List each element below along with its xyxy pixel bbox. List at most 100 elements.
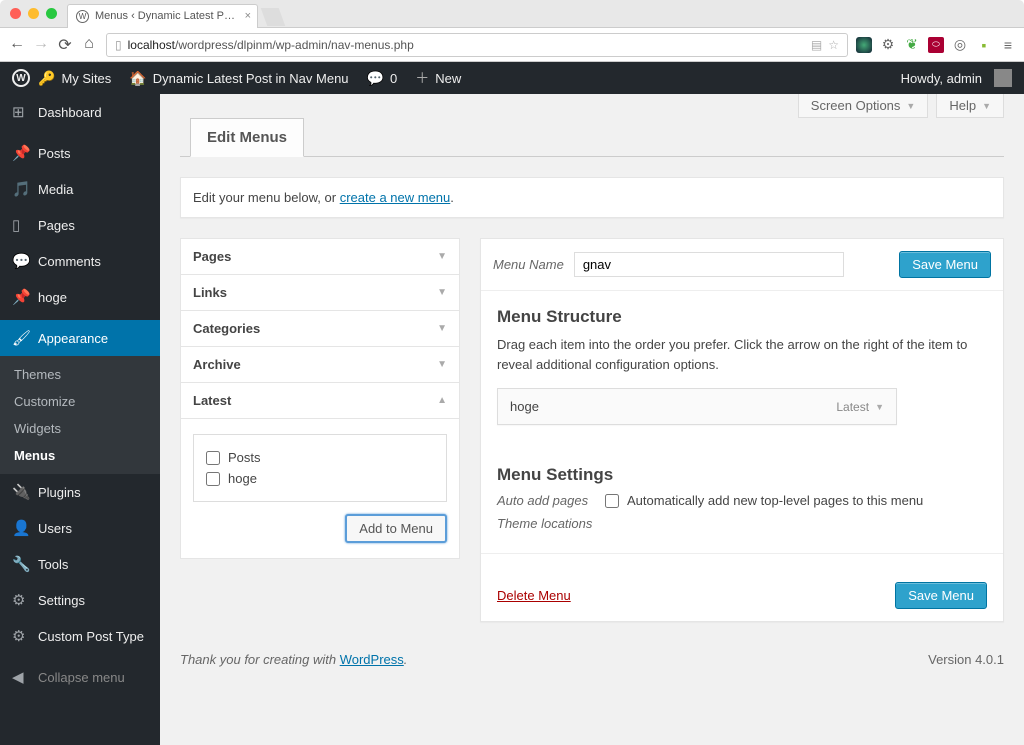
key-icon: 🔑 — [38, 70, 55, 87]
sidebar-sub-widgets[interactable]: Widgets — [0, 415, 160, 442]
comment-icon: 💬 — [367, 70, 384, 87]
sidebar-sub-themes[interactable]: Themes — [0, 361, 160, 388]
accordion-links[interactable]: Links▼ — [181, 274, 459, 310]
gear-icon[interactable]: ⚙ — [880, 37, 896, 53]
mask-icon[interactable]: ⬭ — [928, 37, 944, 53]
menu-editor: Menu Name Save Menu Menu Structure Drag … — [480, 238, 1004, 622]
sidebar-item-settings[interactable]: ⚙Settings — [0, 582, 160, 618]
accordion-pages[interactable]: Pages▼ — [181, 239, 459, 274]
menu-item[interactable]: hoge Latest ▼ — [497, 388, 897, 425]
accordion-archive[interactable]: Archive▼ — [181, 346, 459, 382]
back-button[interactable]: ← — [8, 35, 26, 55]
delete-menu-link[interactable]: Delete Menu — [497, 588, 571, 603]
sidebar-sub-menus[interactable]: Menus — [0, 442, 160, 469]
menu-structure-heading: Menu Structure — [497, 307, 987, 327]
sidebar-item-comments[interactable]: 💬Comments — [0, 243, 160, 279]
comment-icon: 💬 — [12, 252, 28, 270]
window-zoom-icon[interactable] — [46, 8, 57, 19]
wordpress-link[interactable]: WordPress — [340, 652, 404, 667]
auto-add-label: Auto add pages — [497, 493, 597, 508]
menu-item-type: Latest — [836, 400, 869, 414]
my-sites-link[interactable]: 🔑My Sites — [38, 70, 111, 87]
url-host: localhost — [128, 38, 175, 52]
sidebar-item-plugins[interactable]: 🔌Plugins — [0, 474, 160, 510]
close-tab-icon[interactable]: × — [245, 10, 251, 22]
sidebar-item-appearance[interactable]: 🖌Appearance — [0, 320, 160, 356]
sidebar-item-hoge[interactable]: 📌hoge — [0, 279, 160, 315]
url-input[interactable]: ▯ localhost/wordpress/dlpinm/wp-admin/na… — [106, 33, 848, 57]
save-menu-button-top[interactable]: Save Menu — [899, 251, 991, 278]
tab-edit-menus[interactable]: Edit Menus — [190, 118, 304, 157]
menu-item-label: hoge — [510, 399, 539, 414]
check-hoge[interactable]: hoge — [206, 468, 434, 489]
account-link[interactable]: Howdy, admin — [901, 69, 1012, 87]
collapse-menu-button[interactable]: ◀Collapse menu — [0, 659, 160, 695]
accordion-latest-panel: Posts hoge Add to Menu — [181, 418, 459, 558]
media-icon: 🎵 — [12, 180, 28, 198]
comments-link[interactable]: 💬0 — [367, 70, 398, 87]
check-posts[interactable]: Posts — [206, 447, 434, 468]
help-button[interactable]: Help▼ — [936, 94, 1004, 118]
pin-icon: 📌 — [12, 288, 28, 306]
brush-icon: 🖌 — [12, 329, 28, 347]
reader-icon[interactable]: ▤ — [811, 38, 822, 52]
sidebar-item-dashboard[interactable]: ⊞Dashboard — [0, 94, 160, 130]
auto-add-desc: Automatically add new top-level pages to… — [627, 493, 923, 508]
chevron-down-icon: ▼ — [437, 251, 447, 262]
android-icon[interactable]: ▪ — [976, 37, 992, 53]
window-close-icon[interactable] — [10, 8, 21, 19]
new-content-link[interactable]: ＋New — [415, 68, 461, 88]
chevron-up-icon: ▲ — [437, 395, 447, 406]
avatar — [994, 69, 1012, 87]
sidebar-item-users[interactable]: 👤Users — [0, 510, 160, 546]
user-icon: 👤 — [12, 519, 28, 537]
sidebar-item-cpt[interactable]: ⚙Custom Post Type — [0, 618, 160, 654]
url-path: /wordpress/dlpinm/wp-admin/nav-menus.php — [175, 38, 414, 52]
window-minimize-icon[interactable] — [28, 8, 39, 19]
create-menu-link[interactable]: create a new menu — [340, 190, 451, 205]
screen-options-button[interactable]: Screen Options▼ — [798, 94, 929, 118]
save-menu-button-bottom[interactable]: Save Menu — [895, 582, 987, 609]
admin-sidebar: ⊞Dashboard 📌Posts 🎵Media ▯Pages 💬Comment… — [0, 94, 160, 745]
dashboard-icon: ⊞ — [12, 103, 28, 121]
wordpress-icon[interactable]: W — [12, 69, 30, 87]
chevron-down-icon: ▼ — [437, 323, 447, 334]
menu-icon[interactable]: ≡ — [1000, 37, 1016, 53]
sidebar-item-media[interactable]: 🎵Media — [0, 171, 160, 207]
chevron-down-icon: ▼ — [437, 287, 447, 298]
accordion-categories[interactable]: Categories▼ — [181, 310, 459, 346]
sidebar-item-posts[interactable]: 📌Posts — [0, 135, 160, 171]
plug-icon: 🔌 — [12, 483, 28, 501]
page-icon: ▯ — [12, 216, 28, 234]
reload-button[interactable]: ⟳ — [56, 35, 74, 55]
collapse-icon: ◀ — [12, 668, 28, 686]
sidebar-item-pages[interactable]: ▯Pages — [0, 207, 160, 243]
browser-titlebar: W Menus ‹ Dynamic Latest P… × — [0, 0, 1024, 28]
evernote-icon[interactable]: ❦ — [904, 37, 920, 53]
sidebar-sub-customize[interactable]: Customize — [0, 388, 160, 415]
gear-icon: ⚙ — [12, 627, 28, 645]
circle-icon[interactable]: ◎ — [952, 37, 968, 53]
home-icon: 🏠 — [129, 70, 146, 87]
wrench-icon: 🔧 — [12, 555, 28, 573]
new-tab-button[interactable] — [261, 8, 286, 26]
browser-toolbar: ← → ⟳ ⌂ ▯ localhost/wordpress/dlpinm/wp-… — [0, 28, 1024, 62]
extension-icon[interactable] — [856, 37, 872, 53]
chevron-down-icon: ▼ — [437, 359, 447, 370]
auto-add-checkbox[interactable] — [605, 494, 619, 508]
accordion-latest[interactable]: Latest▲ — [181, 382, 459, 418]
sidebar-item-tools[interactable]: 🔧Tools — [0, 546, 160, 582]
menu-structure-desc: Drag each item into the order you prefer… — [497, 335, 987, 374]
chevron-down-icon[interactable]: ▼ — [875, 402, 884, 412]
theme-locations-label: Theme locations — [497, 516, 597, 533]
bookmark-icon[interactable]: ☆ — [828, 38, 839, 52]
main-content: Screen Options▼ Help▼ Edit Menus Edit yo… — [160, 94, 1024, 745]
menu-settings-heading: Menu Settings — [497, 465, 987, 485]
info-message: Edit your menu below, or create a new me… — [180, 177, 1004, 218]
home-button[interactable]: ⌂ — [80, 35, 98, 55]
site-name-link[interactable]: 🏠Dynamic Latest Post in Nav Menu — [129, 70, 348, 87]
menu-name-input[interactable] — [574, 252, 844, 277]
add-to-menu-button[interactable]: Add to Menu — [345, 514, 447, 543]
menu-items-accordion: Pages▼ Links▼ Categories▼ Archive▼ Lates… — [180, 238, 460, 559]
browser-tab[interactable]: W Menus ‹ Dynamic Latest P… × — [67, 4, 258, 28]
